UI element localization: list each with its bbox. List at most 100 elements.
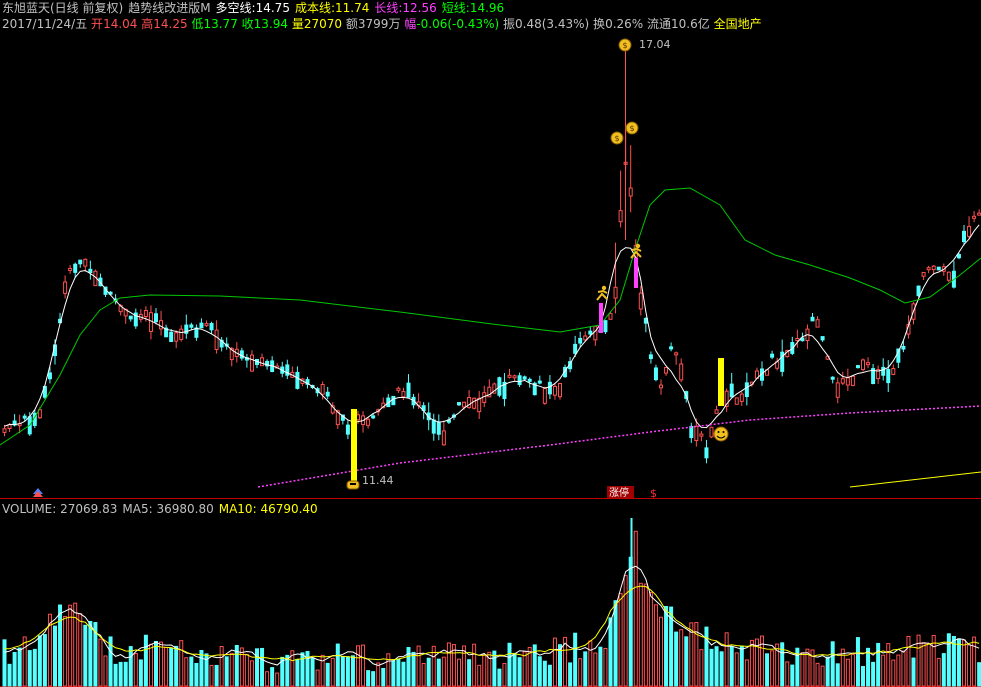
volume-bar (194, 662, 199, 687)
candle-body (618, 210, 623, 223)
change-label: 幅 (404, 17, 417, 31)
candle-body (154, 313, 158, 323)
candle-body (517, 375, 522, 385)
volume-bar (260, 647, 265, 687)
price-candles (2, 48, 981, 464)
volume-bar (37, 635, 42, 687)
volume-bar (891, 659, 896, 687)
volume-bar (739, 645, 744, 687)
smiley-icon (713, 426, 729, 442)
candle-body (931, 265, 936, 271)
bottom-marker-slot (350, 483, 356, 485)
candle-body (886, 369, 891, 384)
candle-body (850, 375, 855, 386)
vol-label: VOLUME: (2, 502, 57, 516)
volume-bar (421, 662, 426, 687)
volume-bar (881, 654, 886, 687)
volume-bar (522, 651, 527, 687)
volume-bar (921, 642, 926, 687)
volume-bar (78, 613, 83, 687)
changxian-value: 12.56 (402, 1, 437, 15)
candle-body (391, 395, 396, 406)
candle-body (522, 376, 527, 380)
runner-icon (596, 285, 608, 301)
volume-bar (133, 652, 138, 687)
money-bag-icon: $ (618, 38, 632, 52)
sell-signal-bar (599, 303, 603, 333)
candle-body (603, 320, 608, 333)
volume-bar (340, 655, 345, 687)
candle-body (47, 372, 52, 380)
runner-head (635, 243, 641, 249)
candle-body (679, 363, 684, 381)
candle-body (583, 335, 588, 341)
volume-bar (446, 642, 451, 687)
volume-bar (73, 602, 78, 687)
candle-body (659, 384, 663, 389)
candle-body (916, 285, 921, 297)
volume-bar (876, 642, 881, 687)
volume-bar (436, 658, 441, 687)
candle-body (2, 428, 7, 433)
volume-bar (244, 653, 249, 687)
smiley-face (713, 426, 729, 442)
volume-bar (729, 646, 734, 687)
candle-body (734, 397, 739, 405)
candle-body (770, 353, 775, 358)
volume-bar (648, 591, 653, 687)
volume-bar (946, 633, 951, 687)
volume-bar (608, 617, 613, 687)
volume-bar (674, 631, 679, 687)
quote-header: 2017/11/24/五 开14.04 高14.25 低13.77 收13.94… (2, 17, 762, 31)
volume-bar (310, 657, 315, 687)
sector-name[interactable]: 全国地产 (714, 17, 762, 31)
volume-header: VOLUME: 27069.83 MA5: 36980.80 MA10: 46790… (2, 502, 318, 516)
candle-body (512, 375, 517, 379)
buy-signal-bar (718, 358, 724, 406)
candle-body (845, 377, 850, 386)
candle-body (689, 425, 694, 439)
candle-body (527, 378, 532, 382)
candle-body (462, 401, 467, 408)
duanxian-value: 14.96 (469, 1, 505, 15)
volume-bar (749, 639, 754, 687)
volume-bar (295, 658, 300, 687)
volume-bar (128, 646, 133, 687)
volume-bar (855, 637, 860, 687)
chengben-label: 成本线: (294, 1, 335, 15)
amount-label: 额 (345, 17, 358, 31)
kline-chart[interactable]: $ $ $ 17.04 11.44 涨停 $ (0, 0, 981, 687)
candle-body (648, 354, 653, 360)
volume-bar (507, 642, 512, 687)
volume-bar (719, 651, 724, 687)
volume-bar (27, 650, 32, 687)
smiley-eye (722, 431, 725, 433)
volume-bar (871, 661, 876, 687)
volume-bar (457, 658, 461, 687)
volume-bar (901, 650, 906, 687)
volume-bar (189, 656, 194, 687)
candle-body (729, 383, 734, 398)
runner-head (601, 285, 607, 291)
volume-bar (962, 639, 966, 687)
candle-body (320, 384, 325, 395)
amplitude-label: 振 (503, 17, 516, 31)
bottom-right-line (849, 471, 981, 488)
volume-bar (305, 650, 310, 687)
candle-body (891, 368, 896, 375)
candle-body (209, 322, 214, 331)
volume-bar (7, 663, 12, 687)
chengben-value: 11.74 (335, 1, 370, 15)
volume-bar (411, 651, 416, 687)
turnover-value: 0.26% (605, 17, 644, 31)
open-value: 14.04 (103, 17, 138, 31)
indicator-name: 趋势线改进版M (128, 1, 211, 15)
volume-bar (229, 652, 234, 687)
candle-body (628, 187, 633, 197)
volume-bar (315, 669, 320, 687)
candle-body (593, 325, 598, 341)
ma10-value: 46790.40 (260, 502, 318, 516)
candle-body (260, 357, 265, 367)
volume-bar (613, 600, 618, 687)
candle-body (537, 380, 542, 384)
